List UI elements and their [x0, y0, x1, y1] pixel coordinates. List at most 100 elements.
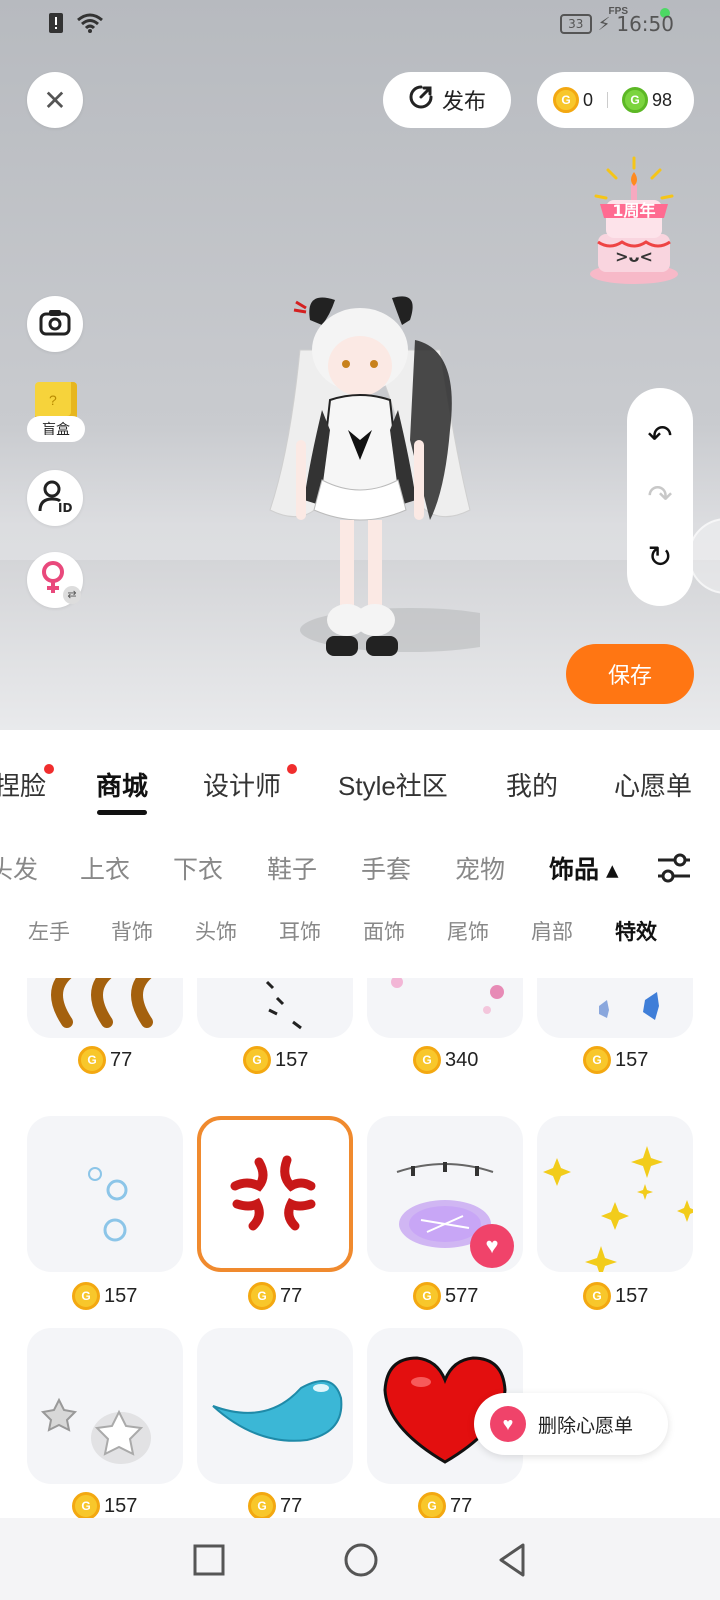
- svg-text:>ᴗ<: >ᴗ<: [615, 247, 653, 266]
- publish-button[interactable]: 发布: [383, 72, 511, 128]
- blue-teardrop-effect-icon: [212, 1379, 343, 1442]
- subcategory-effects[interactable]: 特效: [615, 916, 657, 946]
- category-pets[interactable]: 宠物: [455, 850, 505, 886]
- anniversary-label: 1周年: [612, 201, 655, 220]
- profile-id-button[interactable]: ID: [27, 470, 83, 526]
- tab-face[interactable]: 捏脸: [0, 766, 46, 803]
- subcategory-back[interactable]: 背饰: [111, 916, 153, 946]
- category-gloves[interactable]: 手套: [361, 850, 411, 886]
- green-coin-icon: G: [622, 87, 649, 113]
- item-price: G 77: [248, 1490, 302, 1518]
- swap-icon: ⇄: [63, 586, 81, 604]
- item-price: G 577: [413, 1280, 478, 1312]
- item-card[interactable]: [27, 978, 183, 1038]
- item-price: G 157: [243, 1044, 308, 1076]
- gold-coin-icon: G: [248, 1282, 276, 1310]
- gold-coin-icon: G: [243, 1046, 271, 1074]
- category-shoes[interactable]: 鞋子: [267, 850, 317, 886]
- item-card[interactable]: [537, 978, 693, 1038]
- camera-button[interactable]: [27, 296, 83, 352]
- brown-claws-effect-icon: [51, 978, 153, 1028]
- remove-wishlist-button[interactable]: ♥ 删除心愿单: [474, 1393, 668, 1455]
- filter-icon[interactable]: [656, 852, 692, 884]
- blindbox-button[interactable]: ? 盲盒: [27, 382, 85, 446]
- item-price: G 157: [583, 1044, 648, 1076]
- item-card[interactable]: [27, 1116, 183, 1272]
- close-icon: ✕: [43, 84, 67, 116]
- tab-style-community[interactable]: Style社区: [338, 766, 448, 803]
- main-tabs: 捏脸 商城 设计师 Style社区 我的 心愿单: [0, 730, 720, 820]
- bubbles-effect-icon: [88, 1167, 128, 1242]
- item-price: G 77: [418, 1490, 472, 1518]
- blue-butterflies-effect-icon: [599, 992, 659, 1020]
- gold-coin-icon: G: [418, 1492, 446, 1518]
- category-top[interactable]: 上衣: [80, 850, 130, 886]
- currency-divider: [607, 92, 609, 108]
- tab-wishlist[interactable]: 心愿单: [614, 766, 692, 803]
- alert-icon: [48, 12, 64, 40]
- tab-shop[interactable]: 商城: [96, 766, 148, 803]
- item-card-selected[interactable]: [197, 1116, 353, 1272]
- subcategory-bar: 左手 背饰 头饰 耳饰 面饰 尾饰 肩部 特效: [0, 900, 720, 960]
- avatar-scene[interactable]: FPS 33 ⚡ 16:50 ✕ 发布 G 0 G 98 1周年 >ᴗ< ? 盲…: [0, 0, 720, 730]
- close-button[interactable]: ✕: [27, 72, 83, 128]
- subcategory-left-hand[interactable]: 左手: [28, 916, 70, 946]
- avatar-character[interactable]: [260, 290, 520, 710]
- category-bottom[interactable]: 下衣: [173, 850, 223, 886]
- svg-text:ID: ID: [58, 501, 72, 513]
- subcategory-ear[interactable]: 耳饰: [279, 916, 321, 946]
- item-price: G 157: [72, 1280, 137, 1312]
- item-card[interactable]: [27, 1328, 183, 1484]
- undo-icon[interactable]: ↶: [647, 419, 672, 454]
- item-price: G 77: [248, 1280, 302, 1312]
- item-card[interactable]: [197, 1328, 353, 1484]
- anger-mark-effect-icon: [230, 1155, 316, 1231]
- charging-icon: ⚡: [597, 13, 611, 34]
- category-accessories[interactable]: 饰品 ▴: [549, 850, 619, 886]
- item-price: G 157: [72, 1490, 137, 1518]
- item-card[interactable]: [197, 978, 353, 1038]
- active-tab-underline: [97, 810, 147, 815]
- gold-coin-icon: G: [413, 1046, 441, 1074]
- gold-coin-count: 0: [583, 89, 594, 110]
- subcategory-face[interactable]: 面饰: [363, 916, 405, 946]
- gold-coin-icon: G: [78, 1046, 106, 1074]
- blindbox-label: 盲盒: [27, 416, 85, 442]
- falling-petals-effect-icon: [265, 980, 302, 1030]
- yellow-sparkles-effect-icon: [543, 1146, 693, 1272]
- subcategory-head[interactable]: 头饰: [195, 916, 237, 946]
- history-controls: ↶ ↷ ↻: [627, 388, 693, 606]
- gold-coin-icon: G: [413, 1282, 441, 1310]
- item-price: G 157: [583, 1280, 648, 1312]
- currency-display[interactable]: G 0 G 98: [537, 72, 694, 128]
- item-price: G 340: [413, 1044, 478, 1076]
- gold-coin-icon: G: [72, 1282, 100, 1310]
- favorite-heart-icon[interactable]: ♥: [470, 1224, 514, 1268]
- redo-icon[interactable]: ↷: [647, 479, 672, 514]
- gold-coin-icon: G: [248, 1492, 276, 1518]
- back-triangle-icon[interactable]: [493, 1540, 533, 1580]
- green-coin-count: 98: [652, 89, 673, 110]
- tab-face-dot: [44, 764, 54, 774]
- item-card[interactable]: [537, 1116, 693, 1272]
- subcategory-tail[interactable]: 尾饰: [447, 916, 489, 946]
- subcategory-shoulder[interactable]: 肩部: [531, 916, 573, 946]
- publish-label: 发布: [441, 89, 486, 114]
- system-nav-bar: [0, 1518, 720, 1600]
- item-card[interactable]: [367, 978, 523, 1038]
- user-id-icon: ID: [38, 479, 72, 518]
- gold-coin-icon: G: [583, 1046, 611, 1074]
- battery-indicator: 33: [559, 14, 592, 34]
- gender-switch-button[interactable]: ⇄: [27, 552, 83, 608]
- tab-designer[interactable]: 设计师: [203, 766, 281, 803]
- category-hair[interactable]: 头发: [0, 850, 38, 886]
- publish-icon: [408, 84, 434, 116]
- anniversary-cake-badge[interactable]: 1周年 >ᴗ<: [586, 156, 682, 296]
- save-button[interactable]: 保存: [566, 644, 694, 704]
- tab-mine[interactable]: 我的: [506, 766, 558, 803]
- recents-square-icon[interactable]: [189, 1540, 229, 1580]
- status-time: 16:50: [616, 12, 674, 36]
- reset-rotate-icon[interactable]: ↻: [647, 540, 672, 575]
- category-bar: 头发 上衣 下衣 鞋子 手套 宠物 饰品 ▴: [0, 820, 720, 890]
- home-circle-icon[interactable]: [341, 1540, 381, 1580]
